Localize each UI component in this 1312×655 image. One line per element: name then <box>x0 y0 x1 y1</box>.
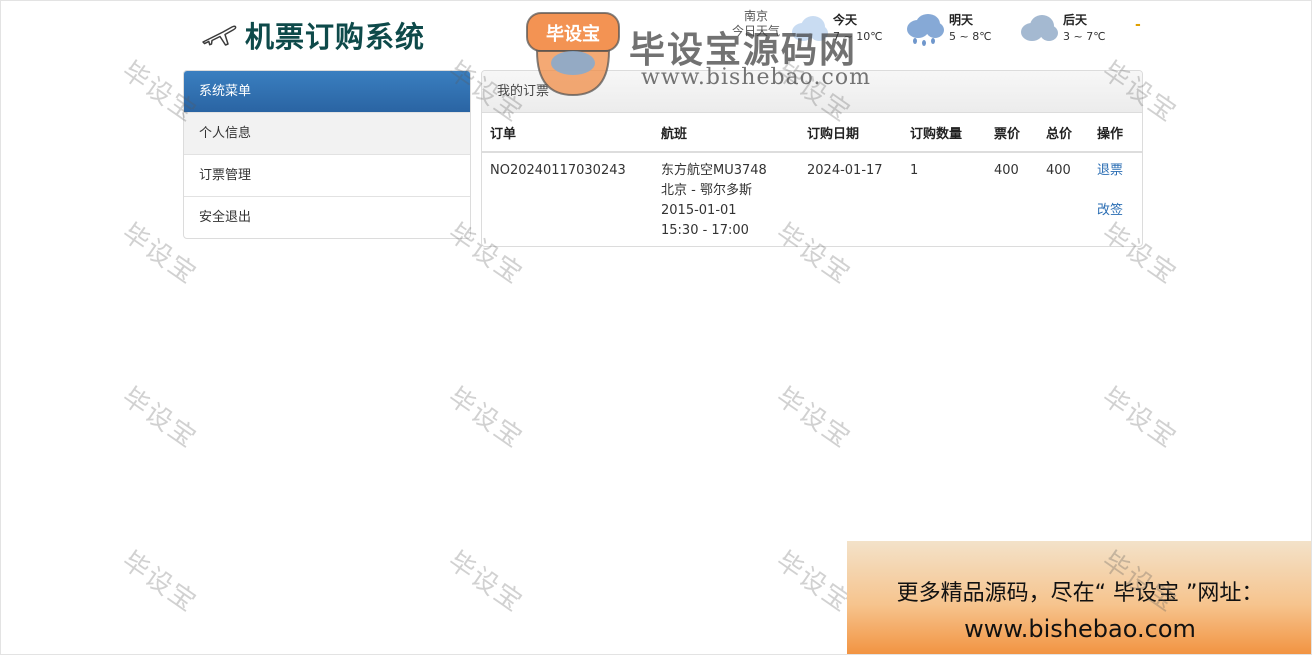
sidebar-item-label: 安全退出 <box>199 210 252 225</box>
sidebar-menu: 系统菜单 个人信息 订票管理 安全退出 <box>183 70 471 239</box>
cloud-icon <box>789 13 829 47</box>
order-quantity: 1 <box>910 163 919 178</box>
column-header-price: 票价 <box>986 113 1038 153</box>
order-date: 2024-01-17 <box>807 163 883 178</box>
total-price: 400 <box>1046 163 1071 178</box>
weather-day-name: 明天 <box>949 13 974 27</box>
watermark-text: 毕设宝 <box>442 381 529 455</box>
column-header-flight: 航班 <box>653 113 799 153</box>
sidebar-item-booking-management[interactable]: 订票管理 <box>184 154 470 196</box>
panel-heading: 我的订票 <box>482 71 1142 113</box>
app-title: 机票订购系统 <box>245 20 426 54</box>
weather-dash: - <box>1135 17 1141 33</box>
table-row: NO20240117030243 东方航空MU3748 北京 - 鄂尔多斯 20… <box>482 152 1142 241</box>
table-header-row: 订单 航班 订购日期 订购数量 票价 总价 操作 <box>482 113 1142 153</box>
watermark-text: 毕设宝 <box>1096 381 1183 455</box>
change-ticket-link[interactable]: 改签 <box>1097 201 1134 221</box>
sidebar-item-label: 个人信息 <box>199 126 252 141</box>
weather-day-today: 今天 7 ~ 10℃ <box>789 9 899 49</box>
flight-time: 15:30 - 17:00 <box>661 223 749 238</box>
orders-table: 订单 航班 订购日期 订购数量 票价 总价 操作 NO2024011703024… <box>482 113 1142 241</box>
sidebar-header: 系统菜单 <box>184 71 470 112</box>
weather-city: 南京 今日天气 <box>721 9 791 39</box>
my-bookings-panel: 我的订票 订单 航班 订购日期 订购数量 票价 总价 操作 NO20240117… <box>481 70 1143 247</box>
page: 机票订购系统 南京 今日天气 今天 7 ~ 10℃ 明天 5 ~ 8℃ 后天 3… <box>0 0 1312 655</box>
weather-day-temp: 7 ~ 10℃ <box>833 30 883 43</box>
airplane-icon <box>201 22 237 48</box>
cloud-icon <box>1019 13 1059 47</box>
flight-date: 2015-01-01 <box>661 203 737 218</box>
watermark-text: 毕设宝 <box>770 381 857 455</box>
promo-text: 更多精品源码，尽在“ 毕设宝 ”网址： <box>896 581 1264 606</box>
flight-info: 东方航空MU3748 北京 - 鄂尔多斯 2015-01-01 15:30 - … <box>653 152 799 241</box>
refund-link[interactable]: 退票 <box>1097 161 1134 181</box>
watermark-text: 毕设宝 <box>116 381 203 455</box>
weather-city-name: 南京 <box>743 9 768 23</box>
ticket-price: 400 <box>994 163 1019 178</box>
weather-day-temp: 3 ~ 7℃ <box>1063 30 1106 43</box>
flight-name: 东方航空MU3748 <box>661 163 767 178</box>
rain-cloud-icon <box>905 13 945 53</box>
weather-day-name: 今天 <box>833 13 858 27</box>
flight-route: 北京 - 鄂尔多斯 <box>661 183 752 198</box>
watermark-badge-text: 毕设宝 <box>546 23 600 45</box>
promo-banner: 更多精品源码，尽在“ 毕设宝 ”网址： www.bishebao.com <box>847 541 1311 654</box>
weather-day-name: 后天 <box>1063 13 1088 27</box>
column-header-order-date: 订购日期 <box>799 113 902 153</box>
row-actions: 退票 改签 <box>1089 152 1142 241</box>
weather-day-after-tomorrow: 后天 3 ~ 7℃ <box>1019 9 1129 49</box>
sidebar-item-profile[interactable]: 个人信息 <box>184 112 470 154</box>
column-header-total: 总价 <box>1038 113 1089 153</box>
column-header-actions: 操作 <box>1089 113 1142 153</box>
weather-day-tomorrow: 明天 5 ~ 8℃ <box>905 9 1015 49</box>
promo-url: www.bishebao.com <box>964 615 1196 643</box>
watermark-text: 毕设宝 <box>442 545 529 619</box>
weather-city-sub: 今日天气 <box>731 24 780 38</box>
sidebar-item-logout[interactable]: 安全退出 <box>184 196 470 238</box>
order-number: NO20240117030243 <box>490 163 626 178</box>
column-header-quantity: 订购数量 <box>902 113 986 153</box>
sidebar-item-label: 订票管理 <box>199 168 252 183</box>
watermark-text: 毕设宝 <box>116 545 203 619</box>
weather-day-temp: 5 ~ 8℃ <box>949 30 992 43</box>
app-logo: 机票订购系统 <box>201 15 425 55</box>
column-header-order: 订单 <box>482 113 653 153</box>
